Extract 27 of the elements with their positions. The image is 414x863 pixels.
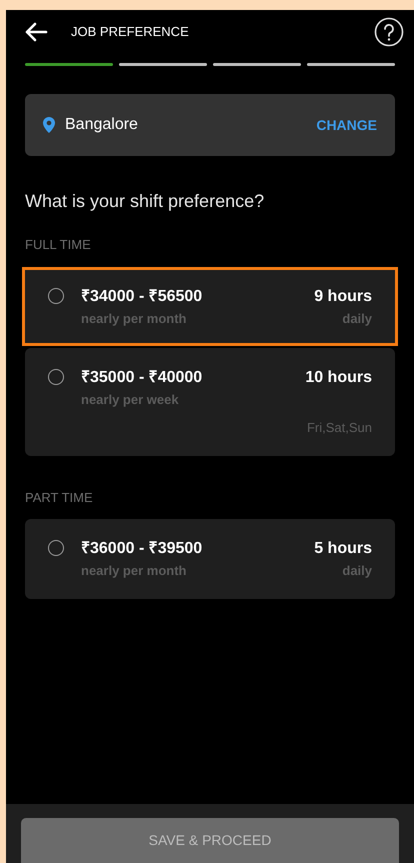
salary-range: ₹34000 - ₹56500 bbox=[81, 286, 204, 306]
salary-period: nearly per month bbox=[81, 562, 188, 580]
shift-days: Fri,Sat,Sun bbox=[306, 418, 372, 438]
location-pin-icon bbox=[43, 117, 55, 133]
shift-schedule: daily bbox=[342, 562, 372, 580]
salary-period: nearly per month bbox=[81, 310, 188, 328]
shift-option[interactable]: ₹36000 - ₹39500 nearly per month 5 hours daily bbox=[25, 519, 395, 598]
city-name: Bangalore bbox=[65, 115, 139, 135]
back-arrow-icon[interactable] bbox=[24, 22, 48, 42]
shift-schedule: daily bbox=[342, 310, 372, 328]
question-text: What is your shift preference? bbox=[25, 190, 266, 213]
radio-button[interactable] bbox=[48, 540, 64, 556]
shift-option[interactable]: ₹34000 - ₹56500 nearly per month 9 hours daily bbox=[22, 266, 398, 346]
page-title: JOB PREFERENCE bbox=[71, 23, 190, 42]
shift-hours: 5 hours bbox=[314, 539, 372, 559]
salary-range: ₹36000 - ₹39500 bbox=[81, 539, 204, 559]
radio-button[interactable] bbox=[48, 288, 64, 304]
section-label: FULL TIME bbox=[25, 236, 92, 254]
shift-hours: 9 hours bbox=[314, 286, 372, 306]
help-icon[interactable] bbox=[374, 17, 404, 47]
section-label: PART TIME bbox=[25, 488, 94, 506]
salary-period: nearly per week bbox=[81, 391, 180, 409]
shift-hours: 10 hours bbox=[305, 368, 372, 388]
shift-option[interactable]: ₹35000 - ₹40000 nearly per week 10 hours Fri,Sat,Sun bbox=[25, 348, 395, 456]
salary-range: ₹35000 - ₹40000 bbox=[81, 368, 204, 388]
change-link[interactable]: CHANGE bbox=[316, 114, 377, 136]
radio-button[interactable] bbox=[48, 369, 64, 385]
